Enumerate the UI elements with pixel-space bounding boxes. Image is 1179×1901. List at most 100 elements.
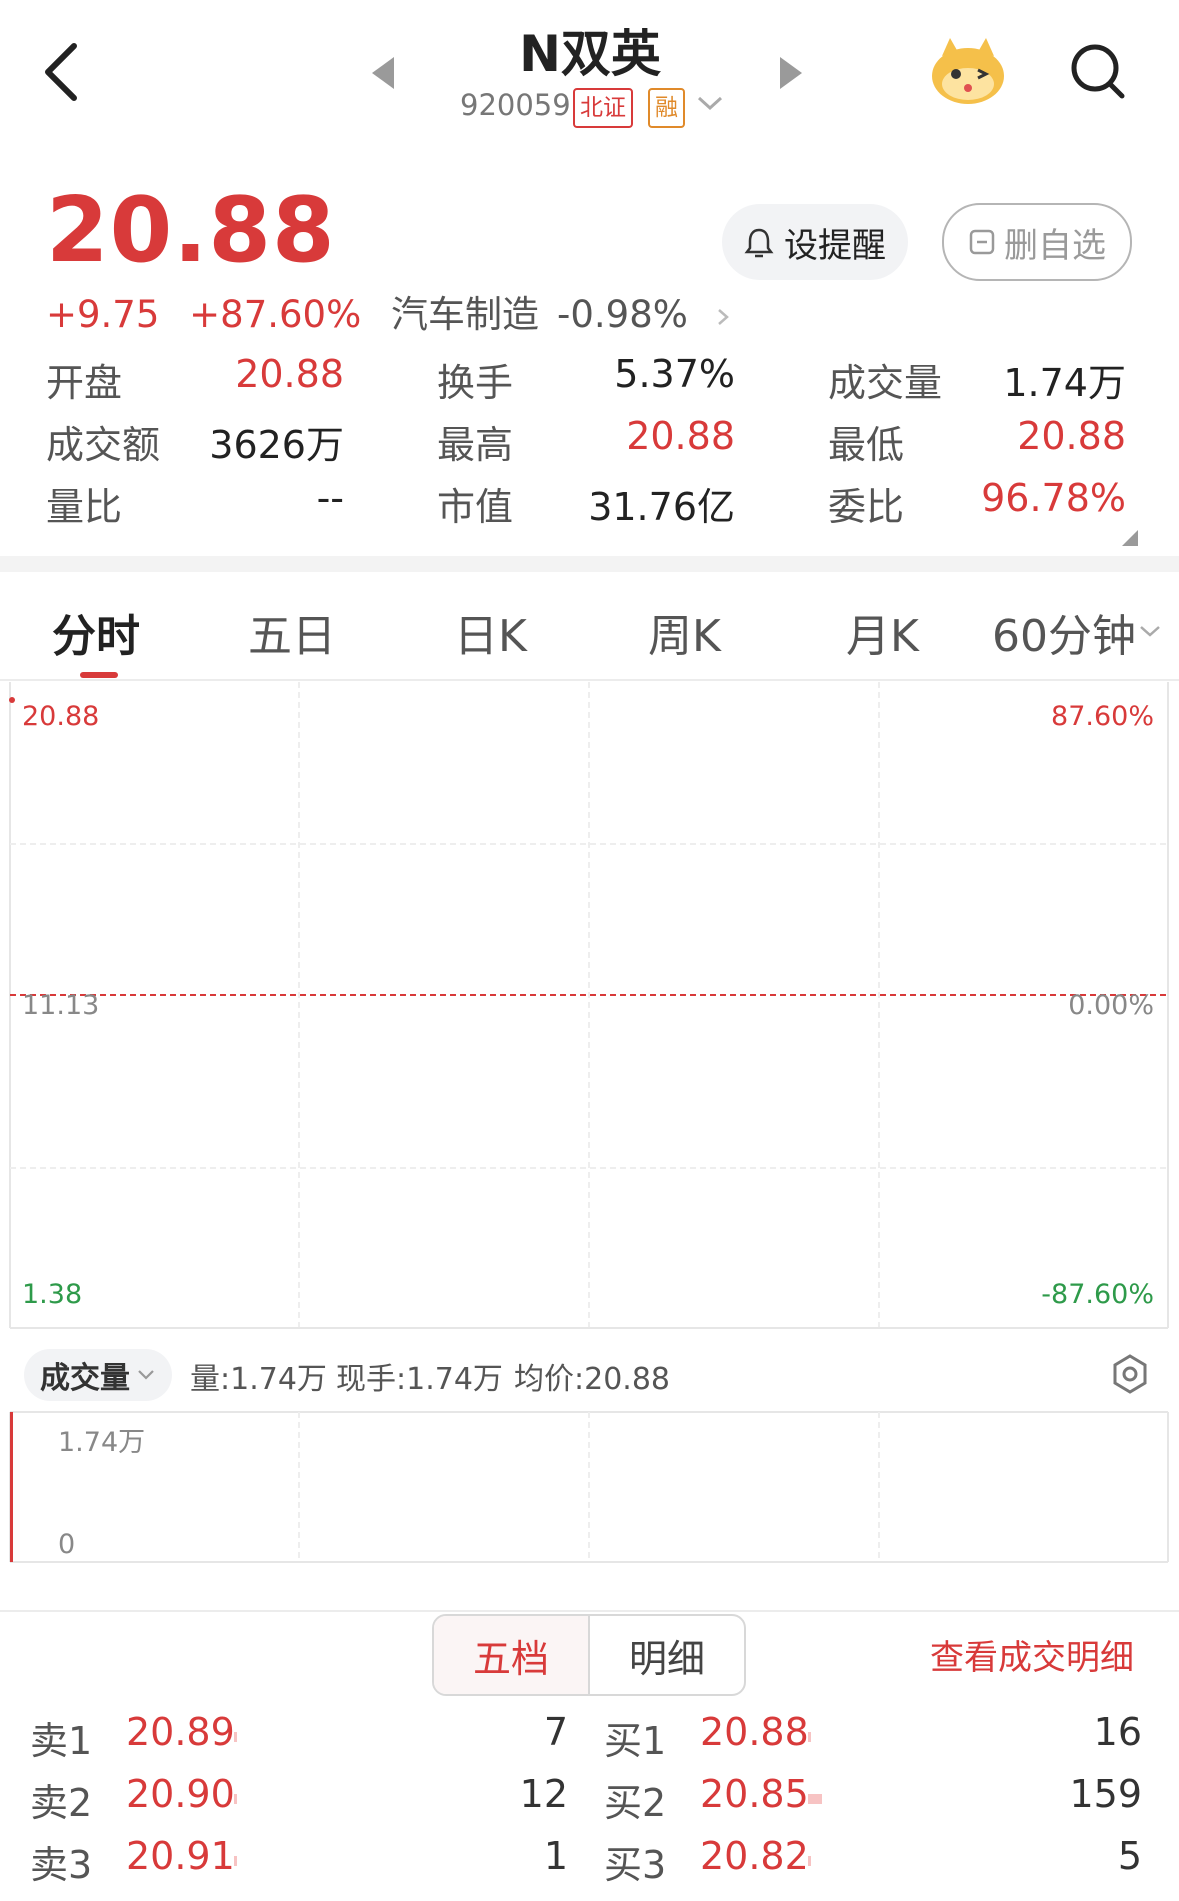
tab-60min[interactable]: 60分钟 (992, 600, 1136, 664)
exchange-tag: 北证 (573, 88, 633, 128)
price-change: +9.75 (46, 293, 160, 336)
volume-info: 量:1.74万 (190, 1362, 327, 1397)
stat-label: 委比 (828, 485, 905, 529)
sell-level-label: 卖1 (30, 1719, 93, 1763)
sector-name[interactable]: 汽车制造 (391, 293, 539, 336)
remove-watchlist-button[interactable]: 删自选 (942, 203, 1132, 281)
volume-selector[interactable]: 成交量 (24, 1349, 172, 1401)
sell-level-label: 卖3 (30, 1843, 93, 1887)
sell-level-qty: 7 (543, 1710, 568, 1754)
stat-value: 96.78% (981, 476, 1126, 520)
chevron-down-icon (138, 1370, 154, 1380)
stat-value: 20.88 (235, 352, 344, 396)
remove-watchlist-label: 删自选 (1004, 225, 1106, 266)
mascot-icon[interactable] (928, 34, 1008, 106)
tab-monthly-k[interactable]: 月K (846, 600, 919, 664)
price-point (9, 697, 15, 703)
chevron-down-icon[interactable] (1138, 622, 1162, 640)
pct-axis-max: 87.60% (1051, 701, 1154, 732)
view-trade-detail-link[interactable]: 查看成交明细 (930, 1630, 1134, 1679)
sell-depth-bar (234, 1856, 237, 1866)
buy-level-qty: 5 (1117, 1834, 1142, 1878)
buy-level-qty: 159 (1069, 1772, 1142, 1816)
sell-level-qty: 12 (519, 1772, 568, 1816)
buy-level-qty: 16 (1093, 1710, 1142, 1754)
pct-axis-mid: 0.00% (1068, 990, 1154, 1021)
back-arrow-icon[interactable] (40, 40, 84, 104)
search-icon[interactable] (1068, 40, 1128, 104)
change-row: +9.75 +87.60% 汽车制造 -0.98% (46, 284, 730, 338)
stat-value: 5.37% (614, 352, 735, 396)
sell-level-price: 20.91 (126, 1834, 235, 1878)
stat-label: 成交量 (828, 361, 943, 405)
stock-name: N双英 (519, 25, 661, 83)
sell-level-price: 20.90 (126, 1772, 235, 1816)
stat-value: 31.76亿 (588, 485, 735, 529)
buy-level-label: 买2 (604, 1781, 667, 1825)
active-tab-indicator (80, 672, 118, 678)
tab-trade-detail[interactable]: 明细 (590, 1616, 744, 1694)
expand-corner-icon[interactable] (1122, 530, 1138, 546)
stat-value: 20.88 (626, 414, 735, 458)
tab-five-levels[interactable]: 五档 (434, 1616, 590, 1694)
buy-depth-bar (808, 1856, 811, 1866)
volume-grid (9, 1411, 1169, 1563)
volume-axis-bottom: 0 (58, 1529, 75, 1560)
price-axis-mid: 11.13 (22, 990, 99, 1021)
margin-tag: 融 (648, 88, 685, 128)
buy-level-label: 买1 (604, 1719, 667, 1763)
sell-level-label: 卖2 (30, 1781, 93, 1825)
orderbook-tabs: 五档 明细 (432, 1614, 746, 1696)
intraday-price-chart[interactable]: 20.88 11.13 1.38 87.60% 0.00% -87.60% (0, 680, 1179, 1330)
sell-depth-bar (234, 1732, 237, 1742)
sell-level-qty: 1 (543, 1834, 568, 1878)
buy-level-price: 20.88 (700, 1710, 809, 1754)
volume-axis-top: 1.74万 (58, 1427, 145, 1458)
buy-level-label: 买3 (604, 1843, 667, 1887)
avg-price-info: 均价:20.88 (514, 1362, 670, 1397)
volume-bar (10, 1412, 13, 1562)
buy-level-price: 20.85 (700, 1772, 809, 1816)
stat-label: 成交额 (46, 423, 161, 467)
stat-label: 最低 (828, 423, 905, 467)
price-change-pct: +87.60% (189, 293, 362, 336)
stat-value: 1.74万 (1003, 361, 1126, 405)
buy-level-price: 20.82 (700, 1834, 809, 1878)
price-axis-min: 1.38 (22, 1279, 82, 1310)
section-divider (0, 556, 1179, 572)
bell-icon (744, 228, 774, 258)
set-alert-label: 设提醒 (784, 225, 886, 266)
prev-stock-icon[interactable] (372, 57, 394, 89)
stat-label: 开盘 (46, 361, 123, 405)
current-hand-info: 现手:1.74万 (336, 1362, 503, 1397)
volume-chart[interactable]: 1.74万 0 (0, 1410, 1179, 1570)
buy-depth-bar (808, 1794, 822, 1804)
sector-change: -0.98% (557, 293, 688, 336)
next-stock-icon[interactable] (780, 57, 802, 89)
sell-level-price: 20.89 (126, 1710, 235, 1754)
chart-grid (9, 682, 1169, 1329)
pct-axis-min: -87.60% (1041, 1279, 1154, 1310)
buy-depth-bar (808, 1732, 811, 1742)
stat-value: 3626万 (209, 423, 344, 467)
minus-box-icon (969, 229, 995, 255)
tab-intraday[interactable]: 分时 (52, 600, 140, 664)
tab-daily-k[interactable]: 日K (454, 600, 527, 664)
stat-value: 20.88 (1017, 414, 1126, 458)
stat-label: 最高 (437, 423, 514, 467)
settings-icon[interactable] (1108, 1352, 1152, 1396)
set-alert-button[interactable]: 设提醒 (722, 204, 908, 280)
stat-label: 市值 (437, 485, 514, 529)
volume-selector-label: 成交量 (40, 1361, 130, 1396)
orderbook-divider (0, 1610, 1179, 1612)
chevron-right-icon[interactable] (716, 307, 730, 327)
tab-five-day[interactable]: 五日 (248, 600, 336, 664)
stat-label: 换手 (437, 361, 514, 405)
stock-code: 920059 (460, 88, 571, 122)
tab-weekly-k[interactable]: 周K (648, 600, 721, 664)
chevron-down-icon[interactable] (696, 92, 724, 114)
stat-value: -- (316, 476, 344, 520)
sell-depth-bar (234, 1794, 237, 1804)
price-axis-max: 20.88 (22, 701, 99, 732)
stat-label: 量比 (46, 485, 123, 529)
